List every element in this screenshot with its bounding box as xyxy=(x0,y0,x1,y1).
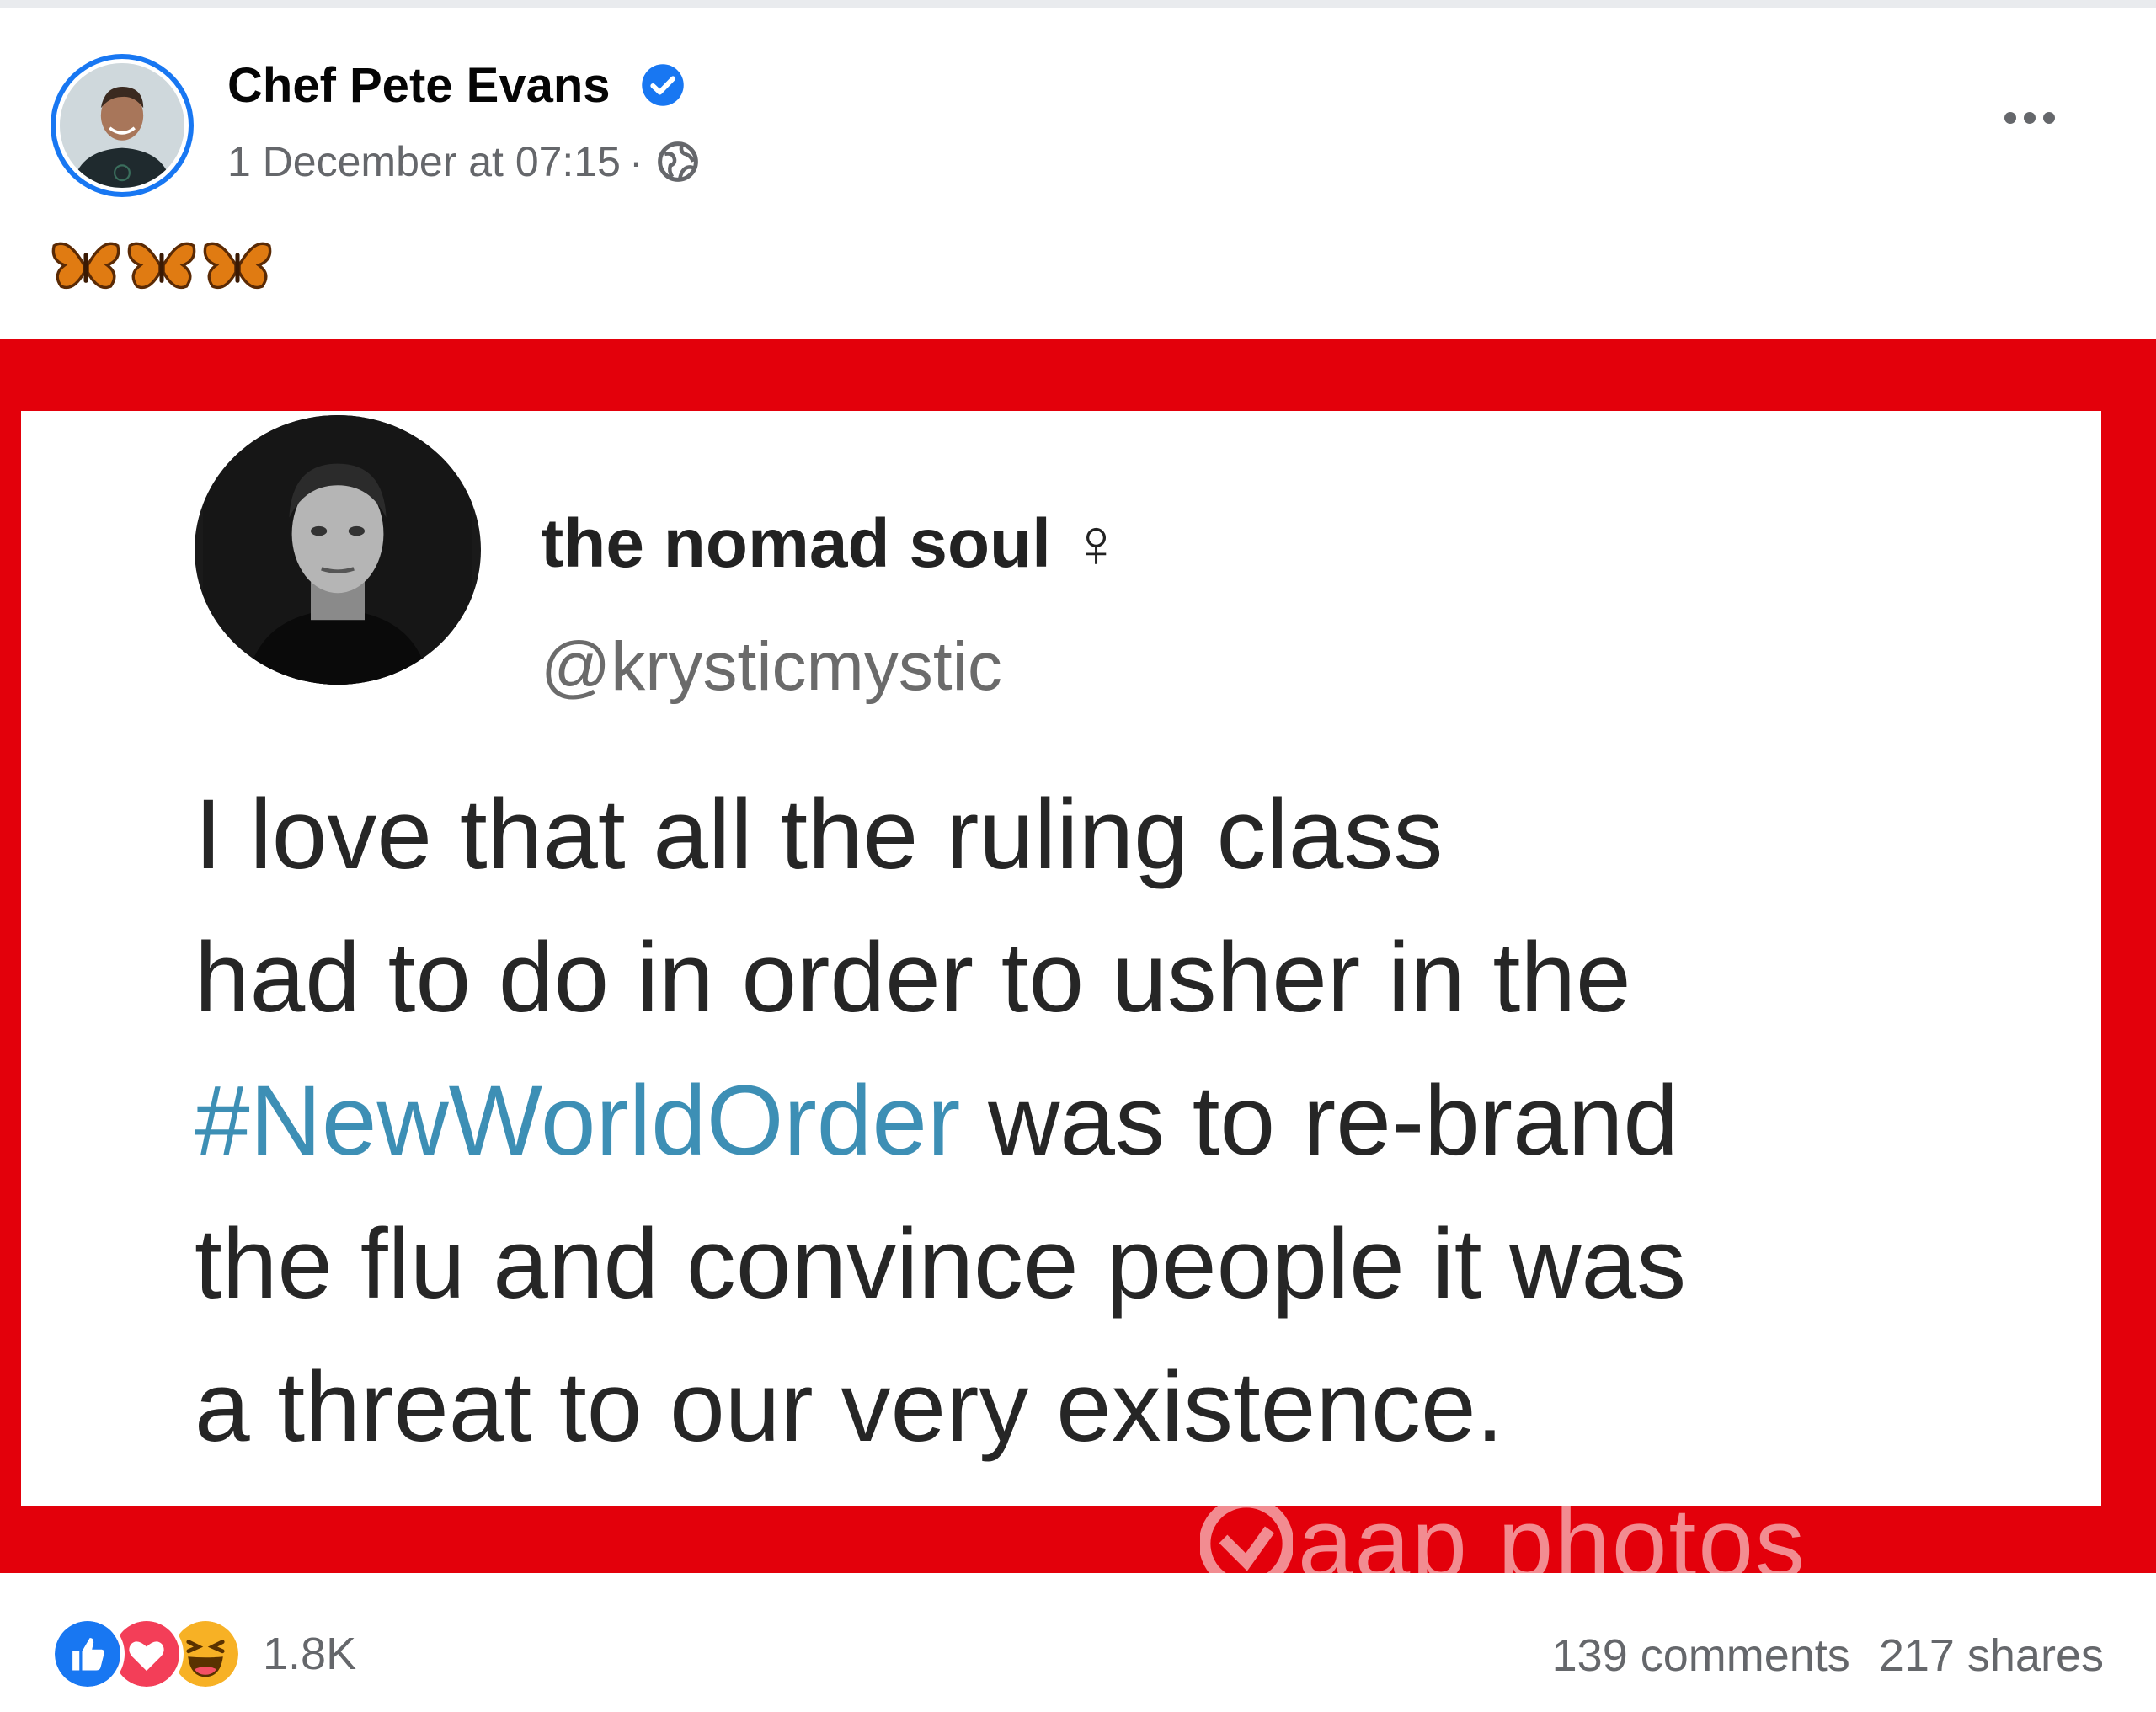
butterfly-icon xyxy=(203,242,272,290)
post-footer: 1.8K 139 comments 217 shares xyxy=(0,1573,2156,1712)
author-photo xyxy=(60,63,184,188)
like-reaction-icon xyxy=(51,1617,125,1691)
engagement-stats: 139 comments 217 shares xyxy=(1552,1622,2104,1689)
tweet-line: had to do in order to usher in the xyxy=(195,922,1631,1033)
post-image[interactable]: the nomad soul ♀ @krysticmystic I love t… xyxy=(0,339,2156,1594)
shares-count-link[interactable]: 217 shares xyxy=(1879,1622,2104,1689)
author-name[interactable]: Chef Pete Evans xyxy=(227,56,611,116)
tweet-handle: @krysticmystic xyxy=(541,628,1002,705)
more-options-dot xyxy=(2024,112,2036,124)
comments-count-link[interactable]: 139 comments xyxy=(1552,1622,1850,1689)
post-text xyxy=(51,236,273,303)
more-options-icon xyxy=(2004,112,2016,124)
tweet-body: I love that all the ruling class had to … xyxy=(195,763,2073,1479)
tweet-line: the flu and convince people it was xyxy=(195,1208,1687,1320)
tweet-avatar-photo xyxy=(203,415,472,685)
top-divider xyxy=(0,0,2156,8)
facebook-post: Chef Pete Evans 1 December at 07:15 · th… xyxy=(0,0,2156,1712)
tweet-line: #NewWorldOrder was to re-brand xyxy=(195,1049,2073,1192)
post-meta: 1 December at 07:15 · xyxy=(227,135,701,189)
tweet-avatar xyxy=(195,415,481,685)
more-options-dot xyxy=(2043,112,2055,124)
tweet-line: a threat to our very existence. xyxy=(195,1352,1504,1463)
more-options-button[interactable] xyxy=(1992,101,2068,135)
hashtag-link: #NewWorldOrder xyxy=(195,1065,961,1176)
meta-separator: · xyxy=(628,138,643,185)
tweet-display-name: the nomad soul ♀ xyxy=(541,505,1123,582)
tweet-line-rest: was to re-brand xyxy=(960,1065,1678,1176)
author-avatar[interactable] xyxy=(51,54,194,197)
globe-icon[interactable] xyxy=(655,139,701,184)
post-timestamp[interactable]: 1 December at 07:15 xyxy=(227,137,621,186)
reaction-summary[interactable]: 1.8K xyxy=(51,1617,356,1691)
verified-badge-icon xyxy=(642,64,684,106)
butterfly-icon xyxy=(127,242,196,290)
reaction-count: 1.8K xyxy=(263,1629,357,1679)
tweet-line: I love that all the ruling class xyxy=(195,779,1444,890)
butterfly-icon xyxy=(51,242,120,290)
tweet-screenshot: the nomad soul ♀ @krysticmystic I love t… xyxy=(21,411,2101,1506)
